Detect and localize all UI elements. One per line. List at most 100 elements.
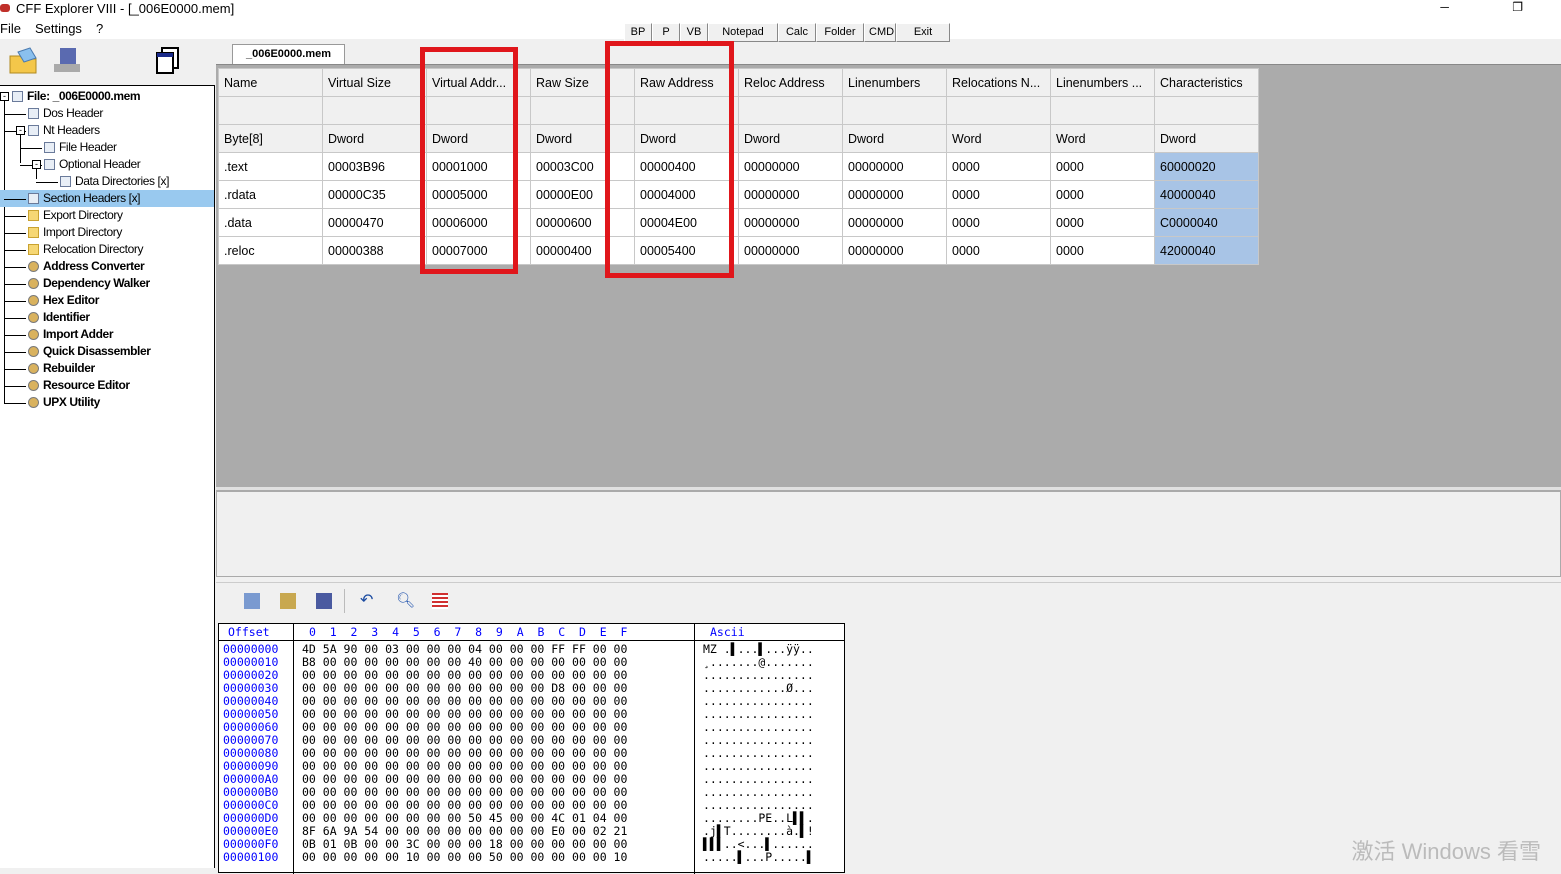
goto-icon[interactable]: ↶ xyxy=(360,593,376,609)
table-cell[interactable]: 00000000 xyxy=(738,180,843,209)
table-cell[interactable]: 00000388 xyxy=(322,236,427,265)
table-cell[interactable] xyxy=(322,96,427,125)
table-cell[interactable] xyxy=(946,96,1051,125)
folder-button[interactable]: Folder xyxy=(816,23,864,42)
table-cell[interactable]: 0000 xyxy=(1050,236,1155,265)
table-cell[interactable]: 00000000 xyxy=(842,208,947,237)
tab-file[interactable]: _006E0000.mem xyxy=(232,44,345,65)
table-cell[interactable]: C0000040 xyxy=(1154,208,1259,237)
bp-button[interactable]: BP xyxy=(624,23,652,42)
tree-item[interactable]: Section Headers [x] xyxy=(0,190,214,207)
table-cell[interactable]: 00000000 xyxy=(738,208,843,237)
tree-item[interactable]: Relocation Directory xyxy=(28,241,143,258)
table-cell[interactable] xyxy=(1154,96,1259,125)
type-row[interactable]: Byte[8] Dword Dword Dword Dword Dword Dword Wor… xyxy=(218,124,1259,153)
p-button[interactable]: P xyxy=(652,23,680,42)
paste-icon[interactable] xyxy=(280,593,296,609)
table-cell[interactable]: Virtual Size xyxy=(322,68,427,97)
table-cell[interactable]: .reloc xyxy=(218,236,323,265)
table-cell[interactable]: 0000 xyxy=(946,208,1051,237)
table-cell[interactable]: 0000 xyxy=(946,236,1051,265)
tree-item[interactable]: Optional Header xyxy=(44,156,141,173)
tree-item[interactable]: UPX Utility xyxy=(28,394,100,411)
table-cell[interactable]: 00000470 xyxy=(322,208,427,237)
tree-item[interactable]: Import Adder xyxy=(28,326,113,343)
table-cell[interactable]: 0000 xyxy=(1050,152,1155,181)
tree-item[interactable]: Export Directory xyxy=(28,207,123,224)
table-cell[interactable] xyxy=(1050,96,1155,125)
table-cell[interactable]: Linenumbers xyxy=(842,68,947,97)
cmd-button[interactable]: CMD xyxy=(864,23,896,42)
tree-item[interactable]: Dos Header xyxy=(28,105,103,122)
table-row[interactable]: .data 00000470 00006000 00000600 00004E00 000… xyxy=(218,208,1259,237)
table-cell[interactable] xyxy=(738,96,843,125)
table-cell[interactable]: Dword xyxy=(1154,124,1259,153)
table-cell[interactable]: 00000C35 xyxy=(322,180,427,209)
window-controls[interactable]: ─ ❐ xyxy=(1440,0,1553,14)
menu-file[interactable]: File xyxy=(0,21,21,36)
menu-settings[interactable]: Settings xyxy=(35,21,82,36)
table-cell[interactable]: 00003B96 xyxy=(322,152,427,181)
table-cell[interactable]: 0000 xyxy=(946,152,1051,181)
table-cell[interactable]: Word xyxy=(1050,124,1155,153)
table-cell[interactable]: 00000000 xyxy=(842,152,947,181)
table-cell[interactable]: Linenumbers ... xyxy=(1050,68,1155,97)
table-cell[interactable]: .text xyxy=(218,152,323,181)
tree-item[interactable]: Resource Editor xyxy=(28,377,130,394)
tree-item[interactable]: Dependency Walker xyxy=(28,275,150,292)
table-cell[interactable]: 00000000 xyxy=(842,236,947,265)
table-cell[interactable]: Dword xyxy=(842,124,947,153)
table-cell[interactable] xyxy=(218,96,323,125)
table-cell[interactable]: .rdata xyxy=(218,180,323,209)
tree-item[interactable]: Import Directory xyxy=(28,224,122,241)
table-cell[interactable]: .data xyxy=(218,208,323,237)
table-cell[interactable]: 0000 xyxy=(946,180,1051,209)
collapse-toggle[interactable]: - xyxy=(0,92,9,101)
table-cell[interactable]: 00000000 xyxy=(842,180,947,209)
table-row[interactable]: .reloc 00000388 00007000 00000400 00005400 00… xyxy=(218,236,1259,265)
table-cell[interactable]: 00000000 xyxy=(738,152,843,181)
table-cell[interactable]: 00000000 xyxy=(738,236,843,265)
collapse-toggle[interactable]: - xyxy=(32,160,41,169)
windows-icon[interactable] xyxy=(152,46,182,76)
table-cell[interactable]: Name xyxy=(218,68,323,97)
column-header-row[interactable]: Name Virtual Size Virtual Addr... Raw Size R… xyxy=(218,68,1259,97)
table-cell[interactable]: Byte[8] xyxy=(218,124,323,153)
table-cell[interactable]: 42000040 xyxy=(1154,236,1259,265)
table-cell[interactable]: 60000020 xyxy=(1154,152,1259,181)
table-cell[interactable]: Dword xyxy=(322,124,427,153)
tree-item[interactable]: Data Directories [x] xyxy=(60,173,169,190)
tree-item[interactable]: File Header xyxy=(44,139,117,156)
list-icon[interactable] xyxy=(432,593,448,609)
notepad-button[interactable]: Notepad xyxy=(708,23,778,42)
table-cell[interactable]: Reloc Address xyxy=(738,68,843,97)
calc-button[interactable]: Calc xyxy=(778,23,816,42)
table-cell[interactable]: Word xyxy=(946,124,1051,153)
blank-row[interactable] xyxy=(218,96,1259,125)
table-row[interactable]: .text 00003B96 00001000 00003C00 00000400 000… xyxy=(218,152,1259,181)
menu-help[interactable]: ? xyxy=(96,21,103,36)
collapse-toggle[interactable]: - xyxy=(16,126,25,135)
tree-item[interactable]: Quick Disassembler xyxy=(28,343,151,360)
table-cell[interactable]: 0000 xyxy=(1050,208,1155,237)
tree-root[interactable]: File: _006E0000.mem xyxy=(12,88,141,105)
vb-button[interactable]: VB xyxy=(680,23,708,42)
table-cell[interactable]: 40000040 xyxy=(1154,180,1259,209)
tree-item[interactable]: Nt Headers xyxy=(28,122,100,139)
table-cell[interactable]: 0000 xyxy=(1050,180,1155,209)
hex-view[interactable]: Offset 0 1 2 3 4 5 6 7 8 9 A B C D E F A… xyxy=(218,623,845,874)
tree-item[interactable]: Rebuilder xyxy=(28,360,95,377)
table-row[interactable]: .rdata 00000C35 00005000 00000E00 00004000 00… xyxy=(218,180,1259,209)
tree-item[interactable]: Address Converter xyxy=(28,258,145,275)
save-icon[interactable] xyxy=(52,46,82,76)
exit-button[interactable]: Exit xyxy=(896,23,950,42)
open-file-icon[interactable] xyxy=(8,46,38,76)
tree-item[interactable]: Identifier xyxy=(28,309,90,326)
table-cell[interactable]: Dword xyxy=(738,124,843,153)
copy-icon[interactable] xyxy=(244,593,260,609)
table-cell[interactable]: Relocations N... xyxy=(946,68,1051,97)
search-icon[interactable]: 🔍︎ xyxy=(396,593,415,609)
hex-row[interactable]: 00000100 00 00 00 00 00 10 00 00 00 50 00… xyxy=(219,851,844,864)
select-icon[interactable] xyxy=(316,593,332,609)
table-cell[interactable]: Characteristics xyxy=(1154,68,1259,97)
